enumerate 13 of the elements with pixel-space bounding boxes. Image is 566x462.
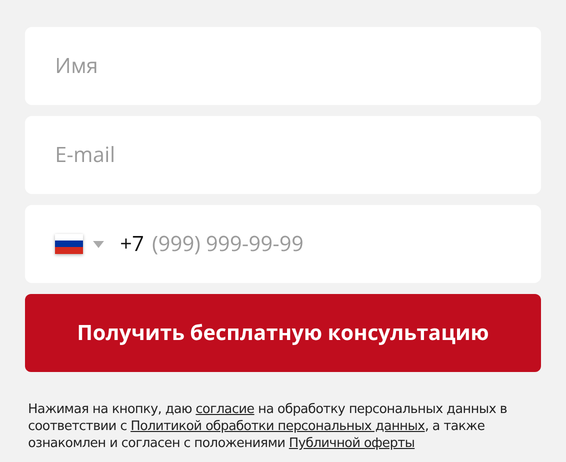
name-field[interactable]: Имя: [25, 27, 541, 105]
submit-button[interactable]: Получить бесплатную консультацию: [25, 294, 541, 372]
consent-link[interactable]: Политикой обработки персональных данных: [130, 419, 425, 434]
consent-link[interactable]: согласие: [196, 402, 254, 417]
flag-icon: [55, 234, 83, 254]
phone-input[interactable]: (999) 999-99-99: [152, 230, 511, 258]
country-select[interactable]: [55, 234, 104, 254]
phone-field[interactable]: +7 (999) 999-99-99: [25, 205, 541, 283]
consent-text: Нажимая на кнопку, даю согласие на обработку персональных данных в соответствии с Политикой обработки персональных данных, а также ознакомлен и согласен с положениями Публичной оферты: [28, 401, 508, 452]
email-field[interactable]: E-mail: [25, 116, 541, 194]
phone-prefix: +7: [120, 230, 144, 258]
consent-link[interactable]: Публичной оферты: [288, 436, 415, 451]
caret-icon: [93, 240, 104, 248]
